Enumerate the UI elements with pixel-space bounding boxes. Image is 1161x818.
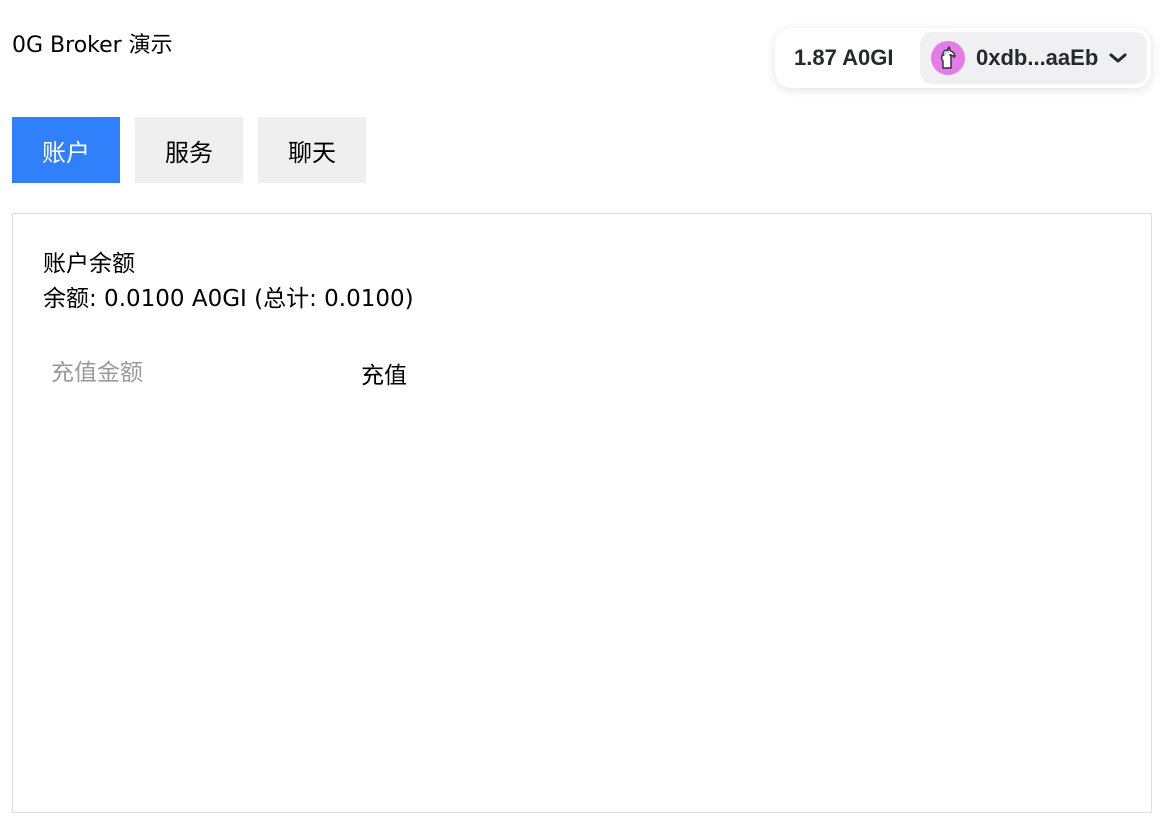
page: 0G Broker 演示 1.87 A0GI 0xdb...aaEb 账户 服务…	[0, 0, 1161, 818]
tab-services[interactable]: 服务	[135, 117, 243, 183]
deposit-amount-input[interactable]	[43, 354, 343, 392]
account-balance-text: 余额: 0.0100 A0GI (总计: 0.0100)	[43, 286, 414, 312]
chevron-down-icon	[1108, 52, 1128, 64]
deposit-button[interactable]: 充值	[355, 354, 413, 392]
unicorn-icon	[931, 41, 965, 75]
account-panel: 账户余额 余额: 0.0100 A0GI (总计: 0.0100) 充值	[12, 213, 1152, 813]
wallet-balance: 1.87 A0GI	[794, 45, 894, 70]
wallet-address: 0xdb...aaEb	[976, 45, 1099, 70]
tab-chat[interactable]: 聊天	[258, 117, 366, 183]
wallet-connect-widget: 1.87 A0GI 0xdb...aaEb	[775, 28, 1151, 88]
section-title: 账户余额	[43, 251, 135, 277]
app-title: 0G Broker 演示	[12, 33, 173, 58]
tab-account[interactable]: 账户	[12, 117, 120, 183]
account-button[interactable]: 0xdb...aaEb	[920, 32, 1147, 84]
